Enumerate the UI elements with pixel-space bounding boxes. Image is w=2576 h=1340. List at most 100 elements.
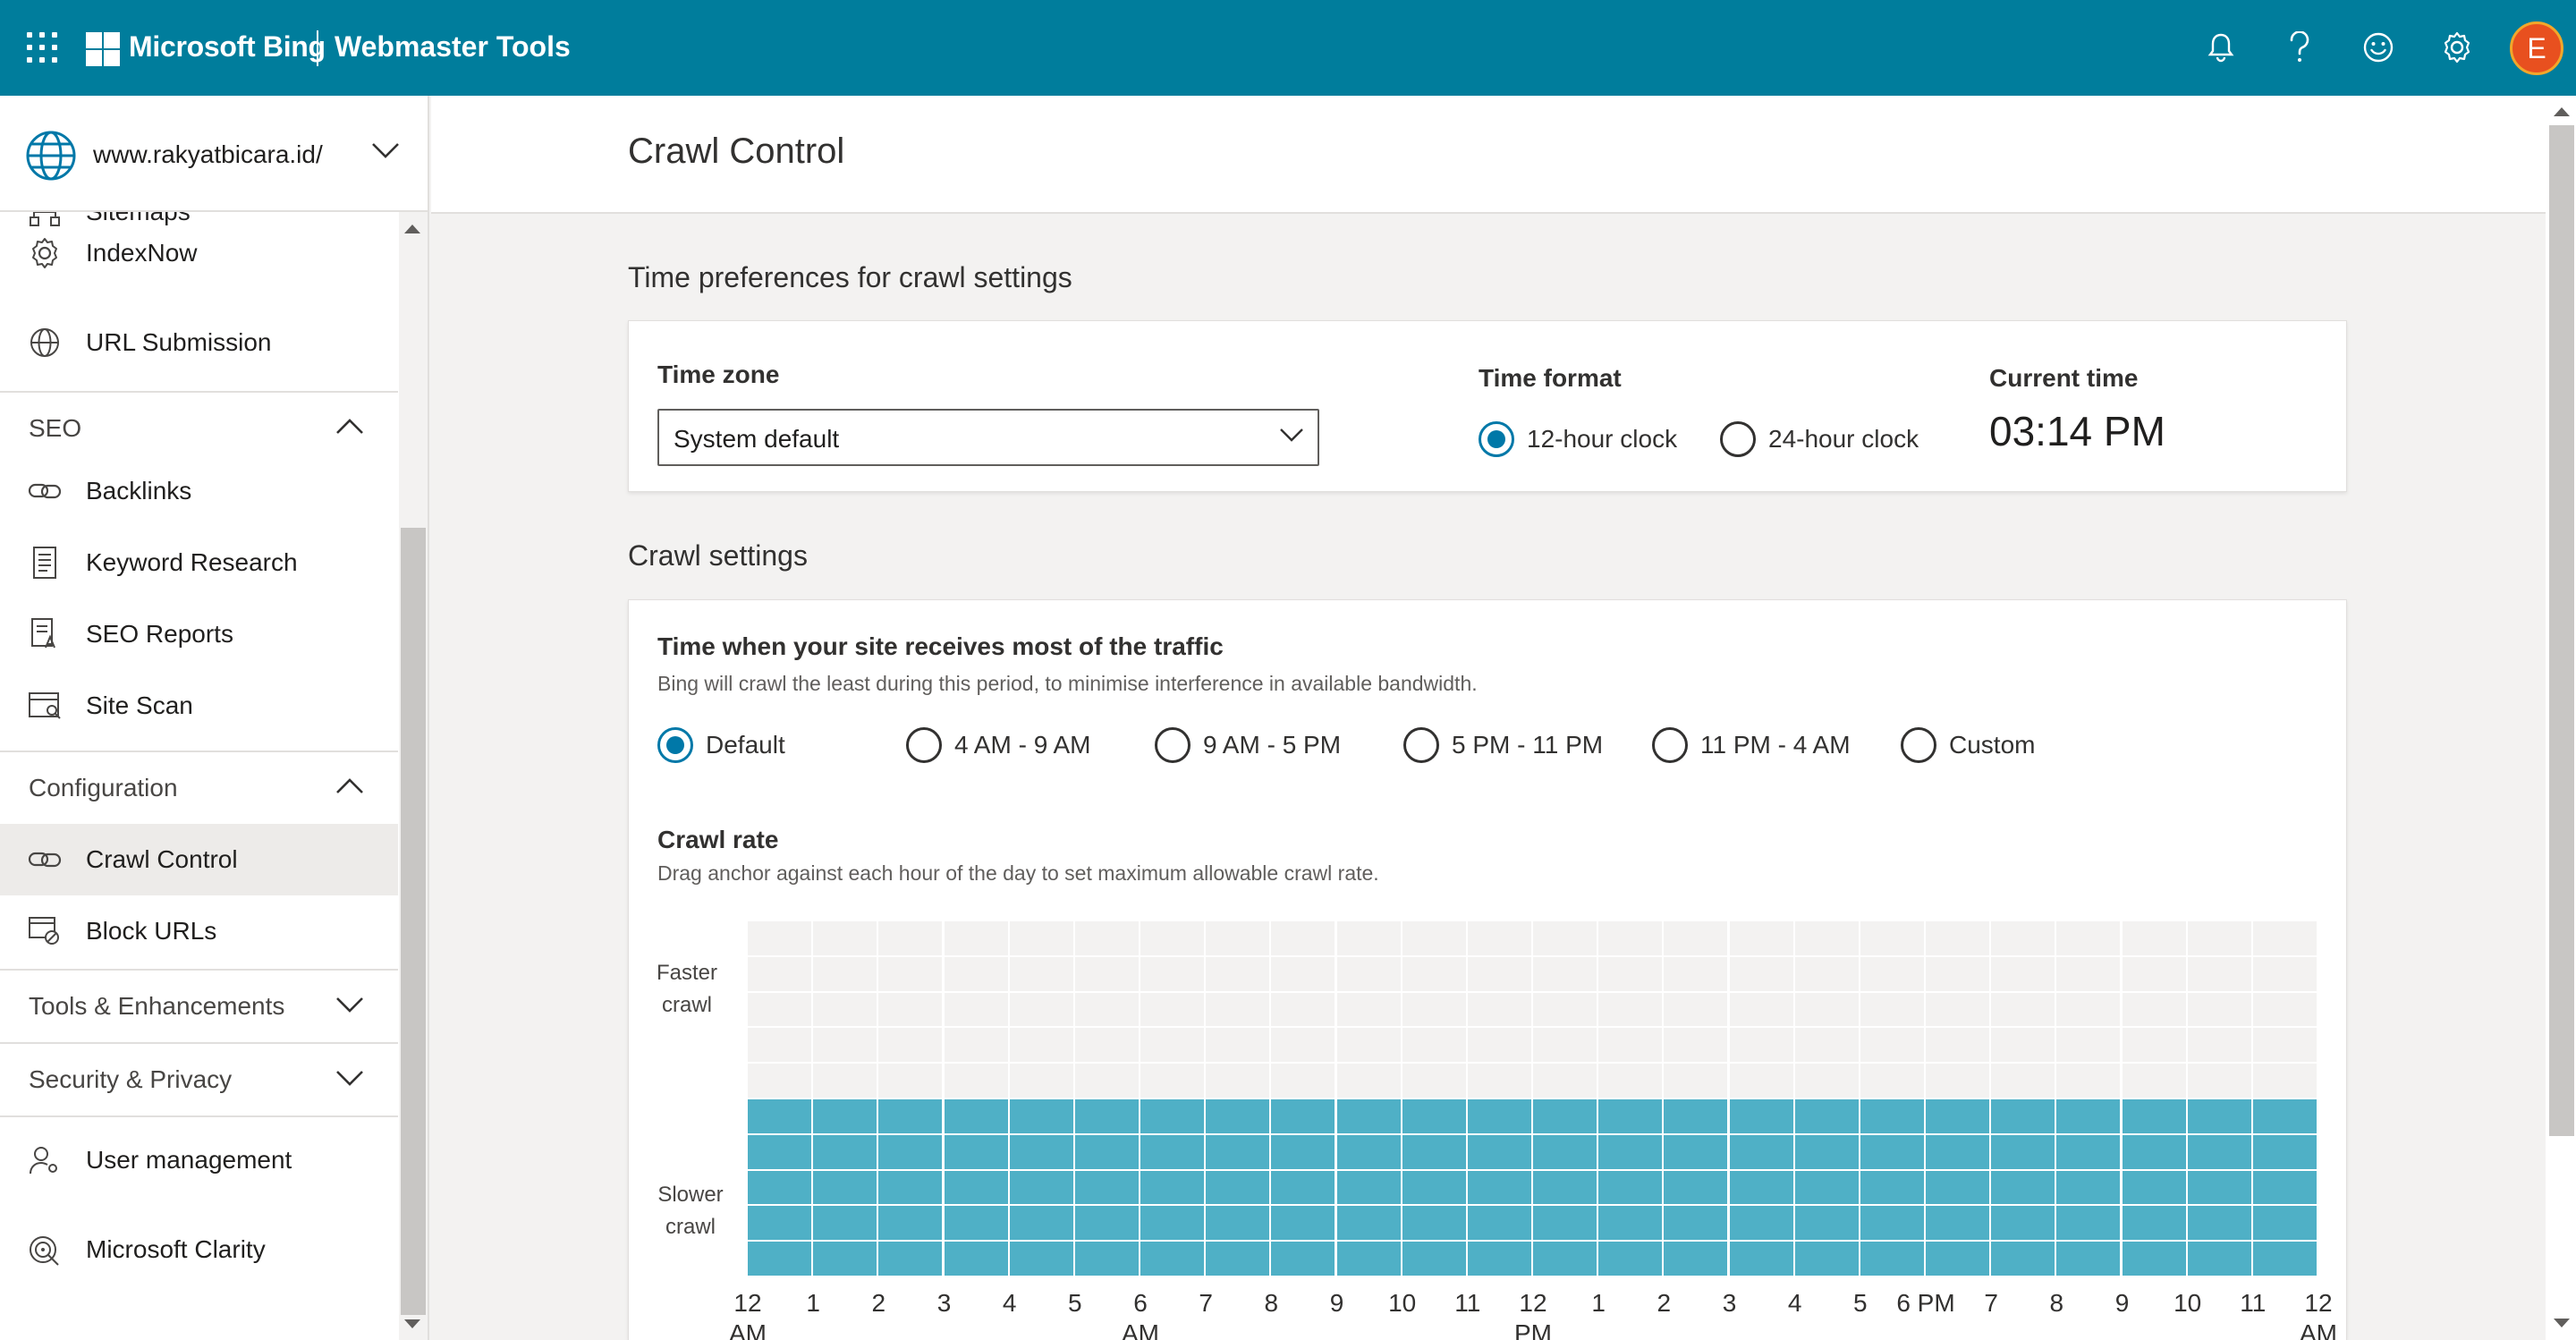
crawl-cell-filled[interactable]	[1794, 1099, 1860, 1135]
crawl-cell-empty[interactable]	[1206, 992, 1272, 1029]
crawl-cell-empty[interactable]	[1991, 956, 2057, 993]
crawl-cell-filled[interactable]	[1533, 1134, 1599, 1171]
crawl-cell-filled[interactable]	[1402, 1099, 1468, 1135]
crawl-cell-filled[interactable]	[2122, 1099, 2188, 1135]
crawl-cell-empty[interactable]	[813, 1028, 879, 1064]
crawl-cell-filled[interactable]	[1074, 1099, 1140, 1135]
crawl-cell-empty[interactable]	[1467, 1028, 1533, 1064]
timezone-select[interactable]: System default	[657, 409, 1319, 466]
crawl-cell-filled[interactable]	[1860, 1099, 1926, 1135]
crawl-cell-empty[interactable]	[1467, 956, 1533, 993]
crawl-cell-filled[interactable]	[1467, 1170, 1533, 1207]
crawl-cell-empty[interactable]	[813, 992, 879, 1029]
crawl-cell-filled[interactable]	[1598, 1206, 1665, 1242]
nav-section-security[interactable]: Security & Privacy	[0, 1042, 398, 1115]
radio-24-hour[interactable]: 24-hour clock	[1720, 421, 1919, 457]
crawl-cell-filled[interactable]	[1206, 1099, 1272, 1135]
crawl-cell-empty[interactable]	[1729, 1028, 1795, 1064]
crawl-cell-filled[interactable]	[1140, 1242, 1207, 1277]
bell-icon[interactable]	[2200, 27, 2241, 68]
crawl-cell-empty[interactable]	[1206, 921, 1272, 957]
crawl-cell-empty[interactable]	[2252, 956, 2318, 993]
chevron-down-icon[interactable]	[335, 1068, 365, 1092]
crawl-cell-empty[interactable]	[2252, 921, 2318, 957]
crawl-cell-filled[interactable]	[1860, 1206, 1926, 1242]
crawl-cell-filled[interactable]	[1336, 1099, 1402, 1135]
crawl-cell-filled[interactable]	[1336, 1170, 1402, 1207]
crawl-cell-filled[interactable]	[1729, 1099, 1795, 1135]
crawl-cell-filled[interactable]	[1402, 1242, 1468, 1277]
crawl-cell-empty[interactable]	[1271, 1028, 1337, 1064]
crawl-cell-empty[interactable]	[748, 1028, 814, 1064]
crawl-cell-filled[interactable]	[1140, 1134, 1207, 1171]
crawl-cell-filled[interactable]	[1206, 1206, 1272, 1242]
crawl-cell-filled[interactable]	[1860, 1170, 1926, 1207]
crawl-cell-filled[interactable]	[1074, 1170, 1140, 1207]
radio-12-hour[interactable]: 12-hour clock	[1479, 421, 1677, 457]
crawl-cell-filled[interactable]	[1664, 1134, 1730, 1171]
crawl-cell-filled[interactable]	[2252, 1170, 2318, 1207]
crawl-cell-empty[interactable]	[1729, 1064, 1795, 1099]
crawl-cell-empty[interactable]	[1794, 921, 1860, 957]
crawl-hour-column[interactable]	[1402, 921, 1468, 1277]
crawl-cell-empty[interactable]	[2122, 956, 2188, 993]
crawl-cell-filled[interactable]	[1860, 1242, 1926, 1277]
crawl-cell-empty[interactable]	[944, 1028, 1010, 1064]
crawl-cell-filled[interactable]	[1271, 1134, 1337, 1171]
crawl-cell-empty[interactable]	[1402, 1064, 1468, 1099]
crawl-cell-filled[interactable]	[748, 1099, 814, 1135]
crawl-cell-empty[interactable]	[813, 921, 879, 957]
crawl-cell-filled[interactable]	[1140, 1170, 1207, 1207]
crawl-cell-filled[interactable]	[2252, 1206, 2318, 1242]
chevron-down-icon[interactable]	[335, 995, 365, 1019]
settings-gear-icon[interactable]	[2436, 27, 2478, 68]
crawl-cell-empty[interactable]	[1074, 921, 1140, 957]
crawl-cell-filled[interactable]	[1009, 1170, 1075, 1207]
crawl-cell-filled[interactable]	[1991, 1242, 2057, 1277]
crawl-cell-filled[interactable]	[1533, 1099, 1599, 1135]
crawl-cell-empty[interactable]	[944, 992, 1010, 1029]
crawl-cell-empty[interactable]	[2056, 921, 2123, 957]
crawl-cell-empty[interactable]	[2056, 1064, 2123, 1099]
crawl-cell-empty[interactable]	[1467, 992, 1533, 1029]
crawl-cell-filled[interactable]	[1533, 1206, 1599, 1242]
crawl-cell-empty[interactable]	[2187, 1028, 2253, 1064]
crawl-cell-filled[interactable]	[1860, 1134, 1926, 1171]
crawl-cell-empty[interactable]	[1598, 1064, 1665, 1099]
crawl-cell-empty[interactable]	[944, 921, 1010, 957]
crawl-cell-empty[interactable]	[1664, 956, 1730, 993]
crawl-cell-empty[interactable]	[748, 921, 814, 957]
crawl-cell-filled[interactable]	[1140, 1099, 1207, 1135]
crawl-cell-filled[interactable]	[1206, 1170, 1272, 1207]
crawl-cell-filled[interactable]	[2056, 1170, 2123, 1207]
crawl-cell-filled[interactable]	[1206, 1242, 1272, 1277]
crawl-hour-column[interactable]	[1794, 921, 1860, 1277]
crawl-hour-column[interactable]	[813, 921, 879, 1277]
feedback-smiley-icon[interactable]	[2358, 27, 2399, 68]
crawl-cell-filled[interactable]	[1402, 1170, 1468, 1207]
app-launcher-icon[interactable]	[27, 32, 57, 63]
crawl-cell-filled[interactable]	[2252, 1099, 2318, 1135]
crawl-cell-empty[interactable]	[1009, 956, 1075, 993]
sidebar-item-block-urls[interactable]: Block URLs	[0, 895, 398, 967]
crawl-cell-empty[interactable]	[1729, 992, 1795, 1029]
sidebar-item-user-management[interactable]: User management	[0, 1124, 398, 1196]
crawl-hour-column[interactable]	[1074, 921, 1140, 1277]
crawl-cell-filled[interactable]	[2122, 1134, 2188, 1171]
crawl-hour-column[interactable]	[1533, 921, 1599, 1277]
crawl-cell-filled[interactable]	[1926, 1242, 1992, 1277]
crawl-cell-filled[interactable]	[1074, 1242, 1140, 1277]
crawl-cell-filled[interactable]	[1991, 1206, 2057, 1242]
crawl-cell-empty[interactable]	[944, 956, 1010, 993]
crawl-hour-column[interactable]	[1140, 921, 1207, 1277]
crawl-cell-filled[interactable]	[1467, 1099, 1533, 1135]
crawl-cell-empty[interactable]	[1598, 992, 1665, 1029]
crawl-cell-empty[interactable]	[1336, 921, 1402, 957]
crawl-cell-empty[interactable]	[1467, 1064, 1533, 1099]
crawl-cell-empty[interactable]	[1009, 992, 1075, 1029]
crawl-cell-filled[interactable]	[1664, 1206, 1730, 1242]
crawl-cell-filled[interactable]	[878, 1099, 945, 1135]
crawl-cell-empty[interactable]	[1598, 956, 1665, 993]
crawl-cell-empty[interactable]	[1402, 992, 1468, 1029]
crawl-cell-empty[interactable]	[1926, 956, 1992, 993]
